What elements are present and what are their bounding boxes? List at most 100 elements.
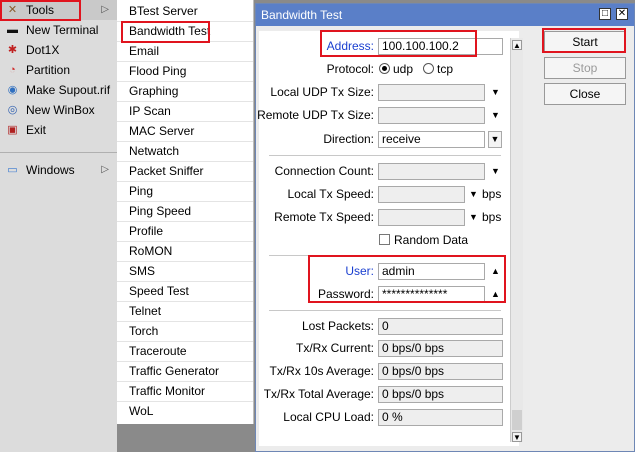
local-udp-tx-size-label: Local UDP Tx Size: <box>270 85 374 99</box>
stop-button[interactable]: Stop <box>544 57 626 79</box>
scroll-down-icon[interactable]: ▼ <box>512 432 522 442</box>
tools-submenu: BTest Server Bandwidth Test Email Flood … <box>117 0 254 424</box>
random-data-label: Random Data <box>394 233 469 247</box>
local-tx-speed-unit: bps <box>482 187 502 201</box>
menu-item-new-terminal[interactable]: ▬ New Terminal <box>0 20 117 40</box>
menu-item-label: Partition <box>26 63 71 77</box>
form-scrollbar[interactable]: ▲ ▼ <box>510 38 523 442</box>
submenu-item-romon[interactable]: RoMON <box>129 241 172 261</box>
protocol-tcp-label: tcp <box>437 62 454 76</box>
menu-item-label: Dot1X <box>26 43 60 57</box>
submenu-item-ping-speed[interactable]: Ping Speed <box>129 201 191 221</box>
dot1x-icon: ✱ <box>7 44 18 56</box>
remote-tx-speed-label: Remote Tx Speed: <box>274 210 374 224</box>
close-button[interactable]: Close <box>544 83 626 105</box>
submenu-item-speed-test[interactable]: Speed Test <box>129 281 189 301</box>
local-tx-speed-label: Local Tx Speed: <box>287 187 374 201</box>
direction-label: Direction: <box>323 132 374 146</box>
txrx-total-average-value: 0 bps/0 bps <box>378 386 503 403</box>
scroll-up-icon[interactable]: ▲ <box>512 40 522 50</box>
dropdown-arrow-icon[interactable]: ▼ <box>491 107 500 124</box>
connection-count-label: Connection Count: <box>274 164 374 178</box>
txrx-10s-average-value: 0 bps/0 bps <box>378 363 503 380</box>
menu-item-label: Make Supout.rif <box>26 83 111 97</box>
submenu-item-mac-server[interactable]: MAC Server <box>129 121 194 141</box>
direction-dropdown-icon[interactable]: ▼ <box>488 131 502 148</box>
highlight-start <box>542 28 626 53</box>
menu-divider <box>0 152 117 153</box>
close-window-icon[interactable]: ✕ <box>616 8 628 20</box>
protocol-tcp-radio[interactable] <box>423 63 434 74</box>
submenu-item-email[interactable]: Email <box>129 41 159 61</box>
connection-count-input[interactable] <box>378 163 485 180</box>
menu-item-label: New WinBox <box>26 103 95 117</box>
menu-item-exit[interactable]: ▣ Exit <box>0 120 117 140</box>
remote-udp-tx-size-label: Remote UDP Tx Size: <box>257 108 374 122</box>
menu-item-label: Exit <box>26 123 47 137</box>
section-divider <box>269 155 501 156</box>
submenu-item-ip-scan[interactable]: IP Scan <box>129 101 171 121</box>
menu-item-new-winbox[interactable]: ◎ New WinBox <box>0 100 117 120</box>
txrx-total-average-label: Tx/Rx Total Average: <box>263 387 374 401</box>
remote-tx-speed-input[interactable] <box>378 209 465 226</box>
remote-tx-speed-unit: bps <box>482 210 502 224</box>
menu-item-dot1x[interactable]: ✱ Dot1X <box>0 40 117 60</box>
menu-item-label: New Terminal <box>26 23 99 37</box>
direction-select[interactable]: receive <box>378 131 485 148</box>
submenu-item-btest-server[interactable]: BTest Server <box>129 1 198 21</box>
txrx-current-value: 0 bps/0 bps <box>378 340 503 357</box>
dropdown-arrow-icon[interactable]: ▼ <box>491 84 500 101</box>
submenu-arrow-icon: ▷ <box>101 164 109 175</box>
maximize-icon[interactable]: □ <box>599 8 611 20</box>
winbox-icon: ◎ <box>7 104 18 116</box>
dropdown-arrow-icon[interactable]: ▼ <box>469 209 478 226</box>
submenu-item-torch[interactable]: Torch <box>129 321 158 341</box>
highlight-tools <box>0 0 81 21</box>
lost-packets-label: Lost Packets: <box>301 319 374 333</box>
supout-icon: ◉ <box>7 84 18 96</box>
highlight-bandwidth-test <box>121 21 210 43</box>
submenu-item-ping[interactable]: Ping <box>129 181 153 201</box>
bandwidth-test-window: Bandwidth Test □ ✕ Address: 100.100.100.… <box>255 3 635 452</box>
submenu-item-profile[interactable]: Profile <box>129 221 163 241</box>
submenu-item-packet-sniffer[interactable]: Packet Sniffer <box>129 161 203 181</box>
random-data-checkbox[interactable] <box>379 234 390 245</box>
local-tx-speed-input[interactable] <box>378 186 465 203</box>
submenu-item-traceroute[interactable]: Traceroute <box>129 341 187 361</box>
window-titlebar[interactable]: Bandwidth Test □ ✕ <box>256 4 634 26</box>
section-divider <box>269 310 501 311</box>
menu-item-partition[interactable]: ◔ Partition <box>0 60 117 80</box>
exit-icon: ▣ <box>7 124 18 136</box>
txrx-10s-average-label: Tx/Rx 10s Average: <box>269 364 375 378</box>
windows-icon: ▭ <box>7 164 18 176</box>
dropdown-arrow-icon[interactable]: ▼ <box>491 163 500 180</box>
protocol-label: Protocol: <box>326 62 374 76</box>
dropdown-arrow-icon[interactable]: ▼ <box>469 186 478 203</box>
menu-item-label: Windows <box>26 163 75 177</box>
protocol-udp-label: udp <box>393 62 414 76</box>
window-title: Bandwidth Test <box>261 8 343 22</box>
submenu-item-telnet[interactable]: Telnet <box>129 301 161 321</box>
scroll-thumb[interactable] <box>512 410 522 430</box>
highlight-credentials <box>308 255 506 303</box>
submenu-item-flood-ping[interactable]: Flood Ping <box>129 61 186 81</box>
menu-item-make-supout[interactable]: ◉ Make Supout.rif <box>0 80 117 100</box>
highlight-address <box>320 30 477 57</box>
submenu-item-sms[interactable]: SMS <box>129 261 155 281</box>
protocol-udp-radio[interactable] <box>379 63 390 74</box>
remote-udp-tx-size-input[interactable] <box>378 107 485 124</box>
submenu-item-wol[interactable]: WoL <box>129 401 153 421</box>
main-menu: ✕ Tools ▷ ▬ New Terminal ✱ Dot1X ◔ Parti… <box>0 0 117 452</box>
txrx-current-label: Tx/Rx Current: <box>295 341 374 355</box>
local-cpu-load-label: Local CPU Load: <box>283 410 374 424</box>
partition-icon: ◔ <box>9 64 16 76</box>
menu-item-windows[interactable]: ▭ Windows ▷ <box>0 160 117 180</box>
submenu-item-traffic-monitor[interactable]: Traffic Monitor <box>129 381 205 401</box>
submenu-arrow-icon: ▷ <box>101 4 109 15</box>
lost-packets-value: 0 <box>378 318 503 335</box>
local-udp-tx-size-input[interactable] <box>378 84 485 101</box>
submenu-item-traffic-generator[interactable]: Traffic Generator <box>129 361 219 381</box>
submenu-item-graphing[interactable]: Graphing <box>129 81 178 101</box>
submenu-item-netwatch[interactable]: Netwatch <box>129 141 179 161</box>
local-cpu-load-value: 0 % <box>378 409 503 426</box>
